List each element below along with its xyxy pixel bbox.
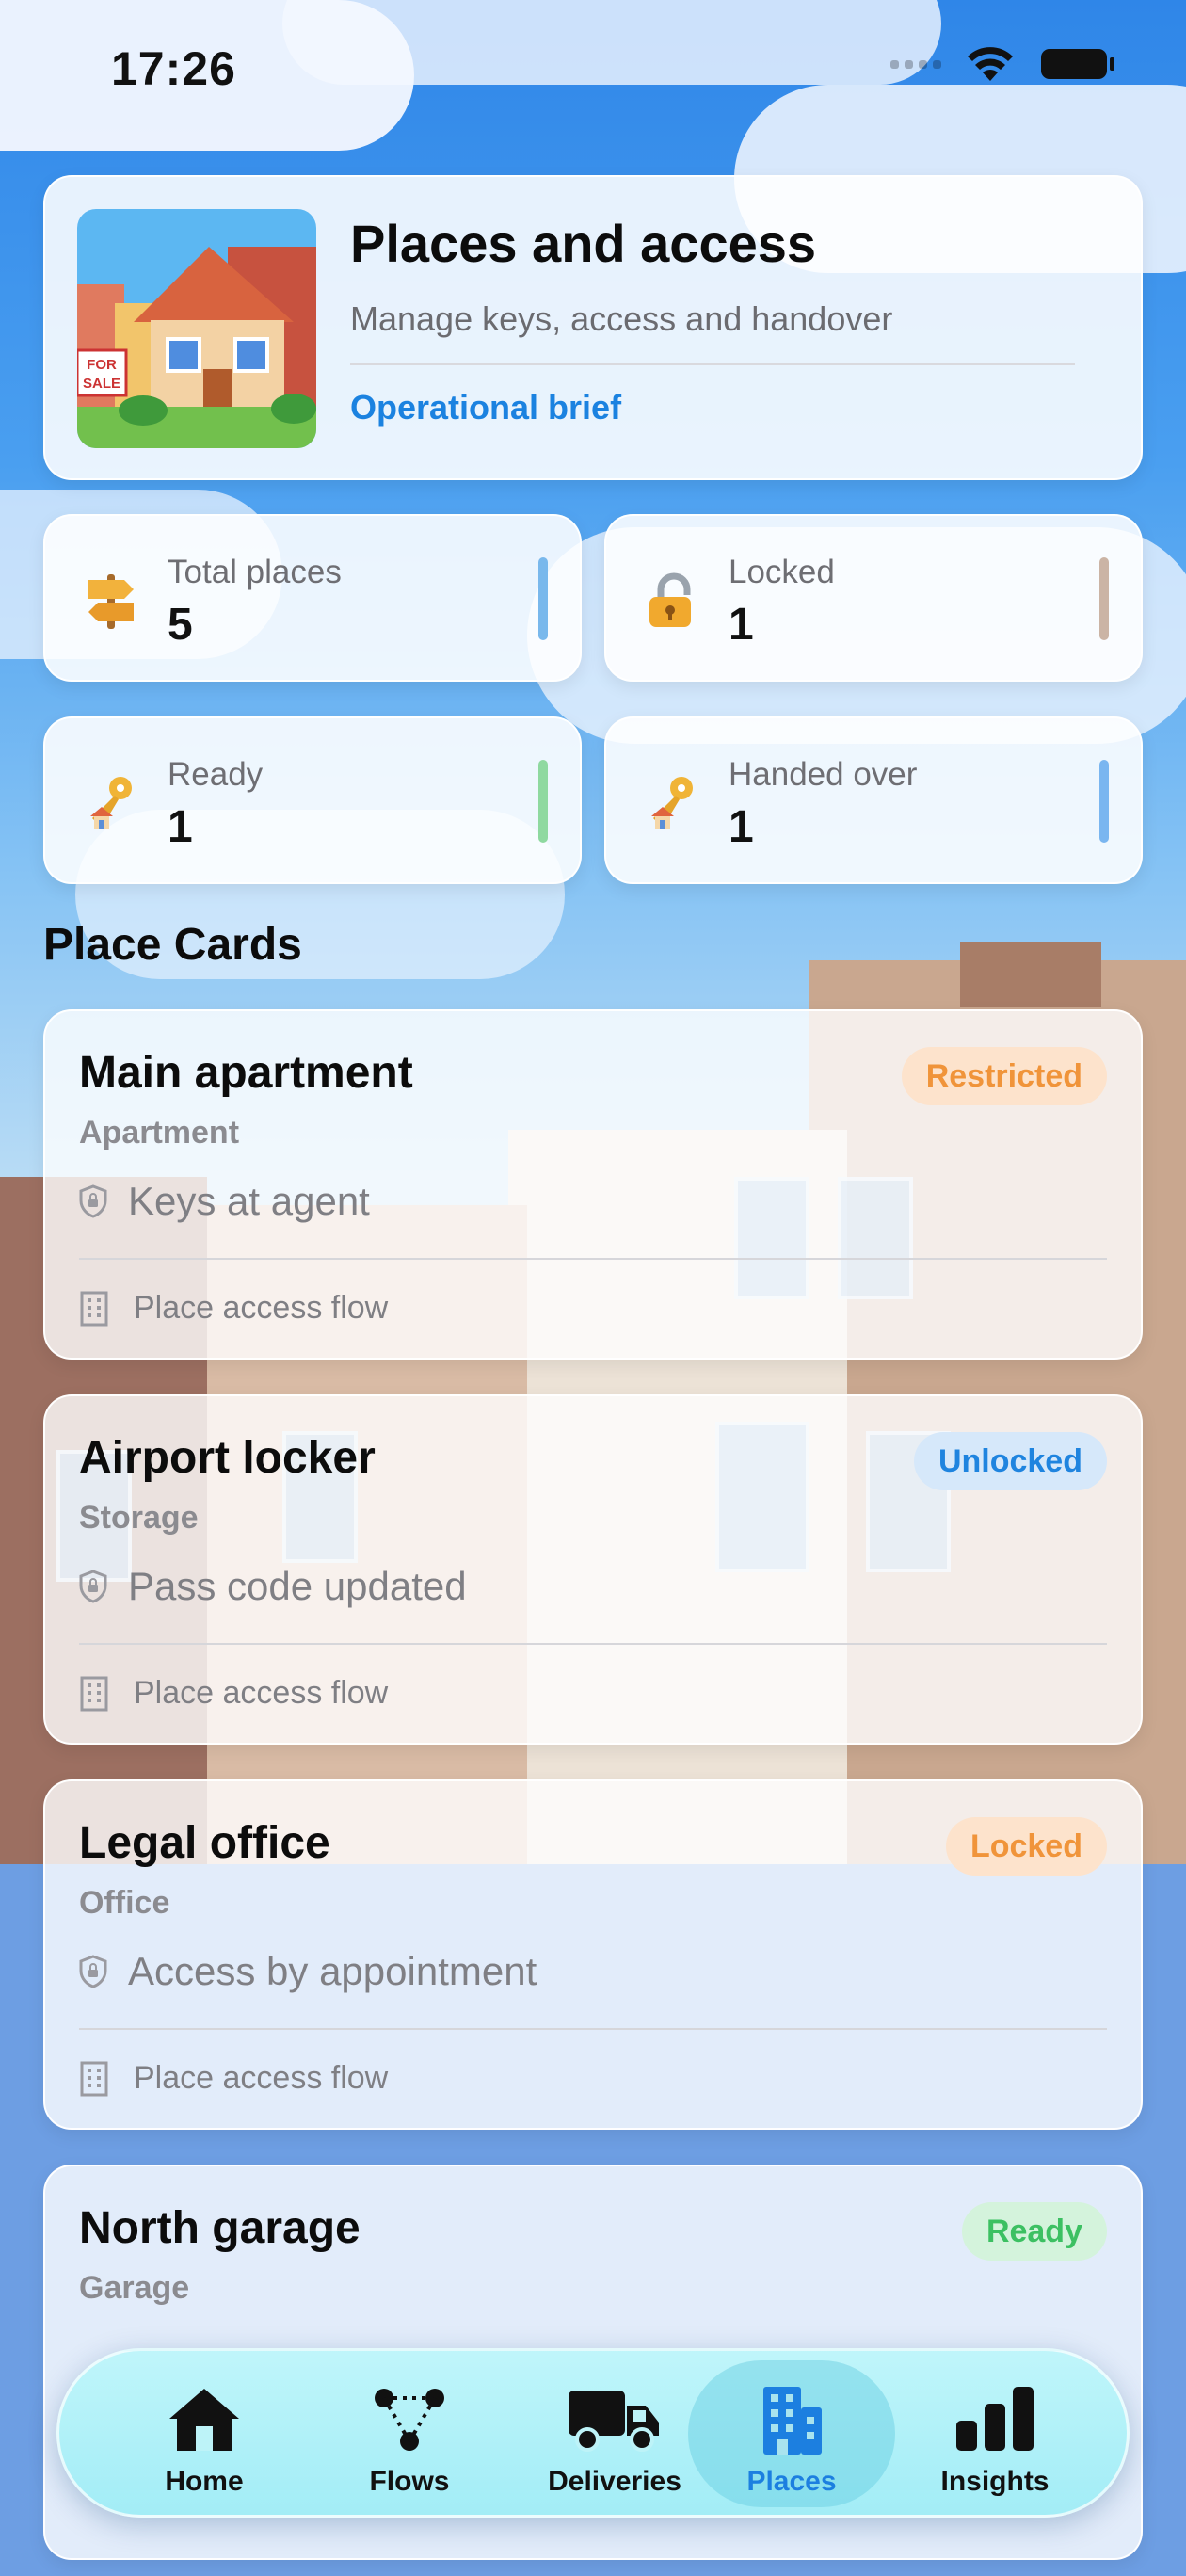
place-name: Main apartment (79, 1048, 413, 1098)
tab-label: Insights (940, 2466, 1050, 2497)
place-note-row: Pass code updated (79, 1564, 467, 1609)
tab-insights[interactable]: Insights (891, 2360, 1098, 2507)
page-title: Places and access (350, 214, 817, 273)
stat-label: Locked (729, 554, 835, 590)
status-bar: 17:26 (0, 0, 1186, 132)
place-type: Garage (79, 2270, 190, 2306)
card-divider (79, 2028, 1107, 2030)
header-card: FOR SALE Places and access Manage keys, … (43, 175, 1143, 480)
place-note: Access by appointment (128, 1949, 537, 1993)
stat-label: Ready (168, 756, 264, 793)
chart-icon (956, 2387, 1034, 2451)
place-access-flow-link[interactable]: Place access flow (79, 2060, 388, 2097)
stat-accent-bar (538, 557, 548, 640)
key-house-icon (651, 777, 693, 829)
tab-bar: Home Flows Deliveries Places Insights (56, 2348, 1130, 2518)
signpost-icon (88, 574, 134, 629)
place-note: Keys at agent (128, 1179, 370, 1223)
place-note-row: Keys at agent (79, 1179, 370, 1224)
stat-value: 1 (168, 802, 193, 852)
stat-value: 1 (729, 802, 754, 852)
card-divider (79, 1643, 1107, 1645)
place-name: Legal office (79, 1818, 330, 1868)
status-icons (890, 45, 1116, 83)
place-note-row: Access by appointment (79, 1949, 537, 1994)
tab-home[interactable]: Home (101, 2360, 308, 2507)
shield-lock-icon (79, 1955, 107, 1988)
stat-locked[interactable]: Locked 1 (604, 514, 1143, 682)
flows-icon (375, 2389, 444, 2451)
operational-brief-link[interactable]: Operational brief (350, 388, 621, 427)
building-icon (80, 1291, 108, 1326)
place-type: Storage (79, 1500, 199, 1536)
battery-icon (1041, 49, 1114, 79)
padlock-icon (649, 572, 691, 627)
status-badge: Restricted (901, 1047, 1107, 1105)
place-type: Apartment (79, 1115, 240, 1151)
place-flow-label: Place access flow (134, 2060, 389, 2096)
stat-accent-bar (1099, 557, 1109, 640)
tab-deliveries[interactable]: Deliveries (511, 2360, 718, 2507)
stat-handed-over[interactable]: Handed over 1 (604, 716, 1143, 884)
place-flow-label: Place access flow (134, 1675, 389, 1711)
building-icon (80, 1676, 108, 1711)
key-house-icon (90, 777, 132, 829)
place-note: Pass code updated (128, 1564, 467, 1608)
place-name: Airport locker (79, 1433, 376, 1483)
home-icon (169, 2389, 239, 2451)
cellular-signal-icon (890, 59, 941, 69)
shield-lock-icon (79, 1570, 107, 1603)
svg-text:SALE: SALE (83, 376, 120, 392)
wifi-icon (968, 47, 1013, 81)
stat-label: Total places (168, 554, 342, 590)
tab-flows[interactable]: Flows (306, 2360, 513, 2507)
status-badge: Ready (961, 2202, 1107, 2261)
building-icon (80, 2061, 108, 2096)
stat-value: 5 (168, 600, 193, 650)
stat-total-places[interactable]: Total places 5 (43, 514, 582, 682)
status-badge: Unlocked (913, 1432, 1107, 1490)
header-divider (350, 363, 1075, 365)
place-access-flow-link[interactable]: Place access flow (79, 1290, 388, 1327)
place-flow-label: Place access flow (134, 1290, 389, 1326)
status-badge: Locked (945, 1817, 1107, 1876)
card-divider (79, 1258, 1107, 1260)
shield-lock-icon (79, 1184, 107, 1218)
place-type: Office (79, 1885, 170, 1921)
page-subtitle: Manage keys, access and handover (350, 299, 893, 338)
status-time: 17:26 (111, 42, 236, 95)
building-icon (763, 2387, 822, 2455)
truck-icon (569, 2391, 659, 2452)
stat-value: 1 (729, 600, 754, 650)
svg-text:FOR: FOR (87, 357, 117, 373)
tab-label: Deliveries (548, 2466, 681, 2497)
house-thumbnail: FOR SALE (77, 209, 316, 448)
place-access-flow-link[interactable]: Place access flow (79, 1675, 388, 1712)
place-card[interactable]: Main apartment Apartment Restricted Keys… (43, 1009, 1143, 1360)
tab-label: Home (165, 2466, 244, 2497)
stat-label: Handed over (729, 756, 918, 793)
place-card[interactable]: Airport locker Storage Unlocked Pass cod… (43, 1394, 1143, 1745)
tab-label: Flows (369, 2466, 450, 2497)
place-name: North garage (79, 2203, 361, 2253)
tab-label: Places (746, 2466, 837, 2497)
tab-places[interactable]: Places (688, 2360, 895, 2507)
stat-accent-bar (538, 760, 548, 843)
stat-accent-bar (1099, 760, 1109, 843)
stat-ready[interactable]: Ready 1 (43, 716, 582, 884)
section-title: Place Cards (43, 920, 302, 970)
house-for-sale-illustration: FOR SALE (77, 209, 316, 448)
place-card[interactable]: Legal office Office Locked Access by app… (43, 1779, 1143, 2130)
